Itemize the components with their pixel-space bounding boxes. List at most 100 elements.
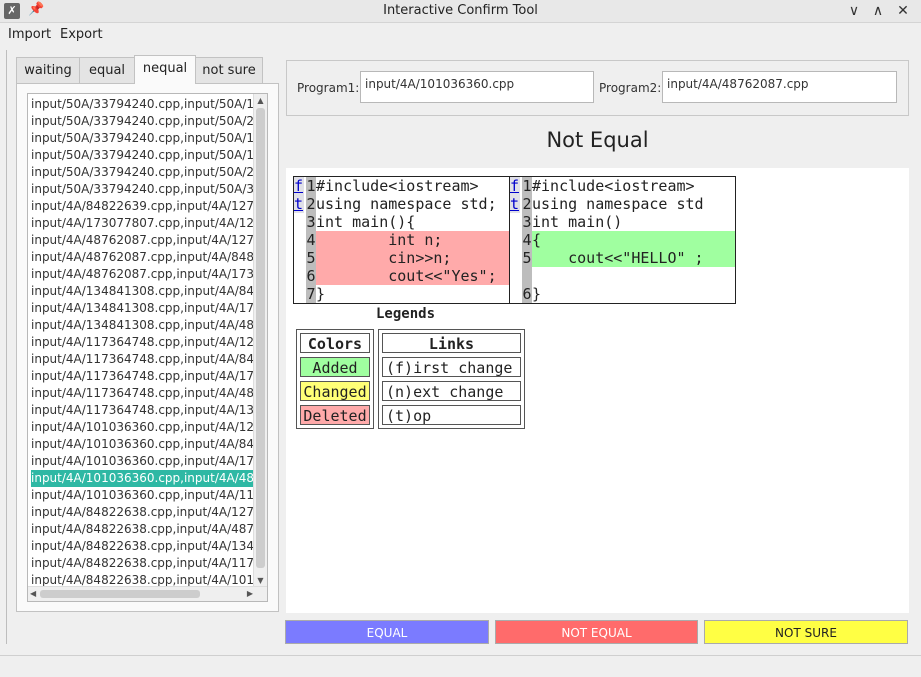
tab-waiting[interactable]: waiting: [16, 57, 80, 83]
legend-colors-header: Colors: [300, 333, 370, 353]
legend-colors: Colors Added Changed Deleted: [296, 329, 374, 429]
diff-line: 6 cout<<"Yes";: [294, 267, 509, 285]
diff-line: t 2 using namespace std;: [294, 195, 509, 213]
scroll-up-icon[interactable]: ▲: [254, 94, 267, 107]
program2-label: Program2:: [599, 81, 662, 95]
horizontal-scroll-thumb[interactable]: [40, 590, 200, 598]
program2-field[interactable]: input/4A/48762087.cpp: [662, 71, 897, 103]
diff-line: 5 cout<<"HELLO" ;: [510, 249, 735, 267]
list-item[interactable]: input/4A/84822639.cpp,input/4A/1274733: [31, 198, 254, 215]
line-number: 2: [306, 195, 316, 213]
list-item[interactable]: input/4A/101036360.cpp,input/4A/173077: [31, 453, 254, 470]
scroll-left-icon[interactable]: ◀: [30, 587, 36, 601]
code-line: }: [316, 285, 326, 303]
list-item[interactable]: input/4A/101036360.cpp,input/4A/487620: [31, 470, 254, 487]
code-line: int n;: [316, 231, 509, 249]
close-icon[interactable]: ✕: [892, 0, 914, 22]
line-number: 4: [522, 231, 532, 249]
program-selector: Program1: input/4A/101036360.cpp Program…: [286, 60, 909, 116]
code-line: {: [532, 231, 735, 249]
code-line: cout<<"HELLO" ;: [532, 249, 735, 267]
diff-link-t[interactable]: t: [510, 195, 520, 213]
vertical-scroll-thumb[interactable]: [256, 108, 265, 568]
list-item[interactable]: input/4A/48762087.cpp,input/4A/1274733: [31, 232, 254, 249]
line-number: 4: [306, 231, 316, 249]
file-list[interactable]: input/50A/33794240.cpp,input/50A/16483in…: [27, 93, 268, 602]
diff-line: 4 int n;: [294, 231, 509, 249]
list-item[interactable]: input/4A/84822638.cpp,input/4A/4876208: [31, 521, 254, 538]
code-line: #include<iostream>: [532, 177, 695, 195]
diff-line: 3 int main(): [510, 213, 735, 231]
vertical-scrollbar[interactable]: ▲ ▼: [253, 94, 267, 587]
diff-view: f 1 #include<iostream> t 2 using namespace st…: [286, 168, 909, 613]
list-item[interactable]: input/50A/33794240.cpp,input/50A/16483: [31, 96, 254, 113]
diff-line: 4{: [510, 231, 735, 249]
diff-line: 5 cin>>n;: [294, 249, 509, 267]
list-item[interactable]: input/4A/101036360.cpp,input/4A/848226: [31, 436, 254, 453]
scroll-right-icon[interactable]: ▶: [247, 587, 253, 601]
maximize-icon[interactable]: ∧: [867, 0, 889, 22]
diff-line: f 1 #include<iostream>: [294, 177, 509, 195]
minimize-icon[interactable]: ∨: [843, 0, 865, 22]
list-item[interactable]: input/4A/101036360.cpp,input/4A/117364: [31, 487, 254, 504]
list-item[interactable]: input/4A/134841308.cpp,input/4A/173077: [31, 300, 254, 317]
title-bar: ✗ 📌 Interactive Confirm Tool ∨ ∧ ✕: [0, 0, 921, 23]
status-divider: [0, 655, 921, 656]
list-item[interactable]: input/4A/117364748.cpp,input/4A/134841: [31, 402, 254, 419]
legend-changed: Changed: [300, 381, 370, 401]
not-equal-button[interactable]: NOT EQUAL: [495, 620, 698, 644]
tab-nequal[interactable]: nequal: [134, 55, 196, 84]
code-line: using namespace std: [532, 195, 704, 213]
tab-not-sure[interactable]: not sure: [195, 57, 263, 83]
list-item[interactable]: input/4A/48762087.cpp,input/4A/8482263: [31, 249, 254, 266]
tab-equal[interactable]: equal: [79, 57, 135, 83]
list-item[interactable]: input/4A/117364748.cpp,input/4A/487620: [31, 385, 254, 402]
list-item[interactable]: input/4A/134841308.cpp,input/4A/487620: [31, 317, 254, 334]
menu-import[interactable]: Import: [8, 27, 51, 42]
diff-link-f[interactable]: f: [294, 177, 304, 195]
code-line: using namespace std;: [316, 195, 497, 213]
line-number: 1: [306, 177, 316, 195]
legend-deleted: Deleted: [300, 405, 370, 425]
diff-link-f[interactable]: f: [510, 177, 520, 195]
diff-link-t[interactable]: t: [294, 195, 304, 213]
code-line: int main(){: [316, 213, 416, 231]
line-number: 7: [306, 285, 316, 303]
diff-right-table: f 1 #include<iostream> t 2 using namespace st…: [509, 176, 736, 304]
list-item[interactable]: input/4A/84822638.cpp,input/4A/1173647: [31, 555, 254, 572]
equal-button[interactable]: EQUAL: [285, 620, 489, 644]
list-item[interactable]: input/4A/134841308.cpp,input/4A/848226: [31, 283, 254, 300]
code-line: #include<iostream>: [316, 177, 479, 195]
diff-line: t 2 using namespace std: [510, 195, 735, 213]
list-item[interactable]: input/50A/33794240.cpp,input/50A/31034: [31, 181, 254, 198]
list-item[interactable]: input/50A/33794240.cpp,input/50A/29019: [31, 164, 254, 181]
legends-title: Legends: [376, 306, 436, 322]
code-line: cout<<"Yes";: [316, 267, 509, 285]
program1-field[interactable]: input/4A/101036360.cpp: [360, 71, 594, 103]
menu-bar: Import Export: [0, 23, 921, 47]
list-item[interactable]: input/4A/117364748.cpp,input/4A/848226: [31, 351, 254, 368]
list-item[interactable]: input/4A/117364748.cpp,input/4A/173077: [31, 368, 254, 385]
list-item[interactable]: input/4A/101036360.cpp,input/4A/127473: [31, 419, 254, 436]
legend-links: Links (f)irst change (n)ext change (t)op: [378, 329, 525, 429]
diff-line: 3 int main(){: [294, 213, 509, 231]
menu-export[interactable]: Export: [60, 27, 103, 42]
list-item[interactable]: input/50A/33794240.cpp,input/50A/21508: [31, 113, 254, 130]
list-item[interactable]: input/4A/84822638.cpp,input/4A/1274733: [31, 504, 254, 521]
line-number: [522, 267, 532, 285]
code-line: int main(): [532, 213, 623, 231]
line-number: 6: [522, 285, 532, 303]
legend-added: Added: [300, 357, 370, 377]
list-item[interactable]: input/50A/33794240.cpp,input/50A/13880: [31, 130, 254, 147]
legend-top: (t)op: [382, 405, 521, 425]
code-line: cin>>n;: [316, 249, 509, 267]
list-item[interactable]: input/50A/33794240.cpp,input/50A/14289: [31, 147, 254, 164]
left-panel-border: [6, 50, 7, 644]
horizontal-scrollbar[interactable]: ◀ ▶: [28, 586, 267, 601]
list-item[interactable]: input/4A/84822638.cpp,input/4A/1348413: [31, 538, 254, 555]
list-item[interactable]: input/4A/48762087.cpp,input/4A/1730778: [31, 266, 254, 283]
program1-label: Program1:: [297, 81, 360, 95]
list-item[interactable]: input/4A/117364748.cpp,input/4A/127473: [31, 334, 254, 351]
list-item[interactable]: input/4A/173077807.cpp,input/4A/127473: [31, 215, 254, 232]
not-sure-button[interactable]: NOT SURE: [704, 620, 908, 644]
